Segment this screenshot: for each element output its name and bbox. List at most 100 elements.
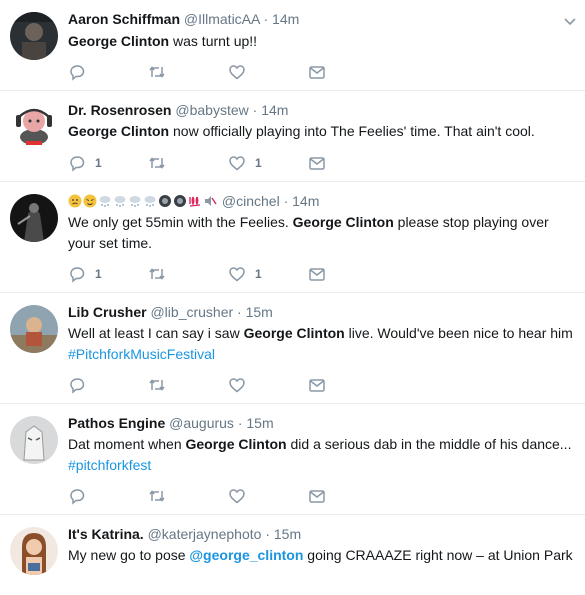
username[interactable]: @cinchel [222, 193, 280, 209]
avatar[interactable] [10, 101, 58, 149]
dm-button[interactable] [308, 62, 388, 82]
timestamp[interactable]: 15m [246, 304, 273, 320]
tweet-actions [68, 62, 388, 82]
heart-icon [229, 267, 245, 282]
like-button[interactable] [228, 375, 308, 395]
tweet[interactable]: Pathos Engine @augurus · 15m Dat moment … [0, 404, 585, 515]
fullname[interactable]: Lib Crusher [68, 304, 147, 320]
reply-button[interactable] [68, 62, 148, 82]
fullname[interactable]: Pathos Engine [68, 415, 165, 431]
timestamp[interactable]: 15m [274, 526, 301, 542]
like-button[interactable]: 1 [228, 264, 308, 284]
timestamp[interactable]: 14m [272, 11, 299, 27]
fullname[interactable]: Dr. Rosenrosen [68, 102, 171, 118]
dm-button[interactable] [308, 264, 388, 284]
text-segment: Well at least I can say i saw [68, 325, 244, 341]
tweet-text: George Clinton now officially playing in… [68, 121, 573, 142]
tweet[interactable]: Lib Crusher @lib_crusher · 15m Well at l… [0, 293, 585, 404]
username[interactable]: @IllmaticAA [184, 11, 260, 27]
text-segment: live. Would've been nice to hear him [344, 325, 573, 341]
reply-icon [70, 378, 85, 394]
hashtag-link[interactable]: #PitchforkMusicFestival [68, 346, 215, 362]
mention-link[interactable]: @george_clinton [189, 547, 303, 563]
avatar[interactable] [10, 12, 58, 60]
timestamp[interactable]: 14m [261, 102, 288, 118]
tired-face-icon [83, 194, 97, 208]
separator: · [237, 304, 242, 320]
avatar[interactable] [10, 527, 58, 575]
fullname[interactable]: Aaron Schiffman [68, 11, 180, 27]
like-count: 1 [255, 156, 262, 170]
chevron-down-icon[interactable] [563, 14, 577, 28]
separator: · [265, 526, 270, 542]
username[interactable]: @babystew [175, 102, 248, 118]
timestamp[interactable]: 15m [246, 415, 273, 431]
retweet-button[interactable] [148, 153, 228, 173]
username[interactable]: @lib_crusher [150, 304, 233, 320]
tweet[interactable]: Dr. Rosenrosen @babystew · 14m George Cl… [0, 91, 585, 182]
text-segment: My new go to pose [68, 547, 190, 563]
reply-button[interactable]: 1 [68, 264, 148, 284]
reply-button[interactable] [68, 375, 148, 395]
separator: · [263, 11, 269, 27]
avatar[interactable] [10, 416, 58, 464]
snow-cloud-icon [114, 196, 126, 207]
reply-icon [70, 156, 85, 172]
display-name-emojis[interactable] [68, 193, 222, 209]
avatar[interactable] [10, 194, 58, 242]
tweet-header: @cinchel · 14m [68, 191, 573, 211]
tweet-actions: 1 1 [68, 264, 388, 284]
like-button[interactable] [228, 62, 308, 82]
muted-speaker-icon [205, 196, 217, 206]
heart-icon [229, 378, 245, 393]
tweet[interactable]: Aaron Schiffman @IllmaticAA · 14m George… [0, 0, 585, 91]
like-count: 1 [255, 267, 262, 281]
tweet-actions [68, 486, 388, 506]
retweet-button[interactable] [148, 264, 228, 284]
retweet-icon [149, 268, 165, 280]
fullname[interactable]: It's Katrina. [68, 526, 144, 542]
envelope-icon [309, 490, 325, 503]
retweet-icon [149, 379, 165, 391]
reply-count: 1 [95, 156, 102, 170]
username[interactable]: @augurus [169, 415, 234, 431]
username[interactable]: @katerjaynephoto [148, 526, 262, 542]
snow-cloud-icon [129, 196, 141, 207]
tweet-actions [68, 375, 388, 395]
snow-cloud-icon [99, 196, 111, 207]
tweet-header: Pathos Engine @augurus · 15m [68, 413, 573, 433]
camera-icon [159, 195, 171, 207]
retweet-button[interactable] [148, 375, 228, 395]
highlight-keyword: George Clinton [243, 325, 345, 341]
reply-button[interactable] [68, 486, 148, 506]
retweet-button[interactable] [148, 62, 228, 82]
retweet-icon [149, 157, 165, 169]
retweet-button[interactable] [148, 486, 228, 506]
reply-icon [70, 65, 85, 81]
hashtag-link[interactable]: #pitchforkfest [68, 457, 151, 473]
reply-button[interactable]: 1 [68, 153, 148, 173]
like-button[interactable] [228, 486, 308, 506]
dm-button[interactable] [308, 153, 388, 173]
tweet[interactable]: It's Katrina. @katerjaynephoto · 15m My … [0, 515, 585, 595]
envelope-icon [309, 157, 325, 170]
dm-button[interactable] [308, 375, 388, 395]
sad-face-icon [68, 194, 82, 208]
avatar[interactable] [10, 305, 58, 353]
reply-icon [70, 489, 85, 505]
highlight-keyword: George Clinton [292, 214, 394, 230]
dm-button[interactable] [308, 486, 388, 506]
tweet-text: My new go to pose @george_clinton going … [68, 545, 573, 566]
tweet-text: Well at least I can say i saw George Cli… [68, 323, 573, 365]
tweet[interactable]: @cinchel · 14m We only get 55min with th… [0, 182, 585, 293]
text-segment: did a serious dab in the middle of his d… [286, 436, 572, 452]
like-button[interactable]: 1 [228, 153, 308, 173]
hundred-points-icon [189, 196, 201, 207]
tweet-header: Aaron Schiffman @IllmaticAA · 14m [68, 9, 573, 29]
text-segment: Dat moment when [68, 436, 186, 452]
tweet-header: Dr. Rosenrosen @babystew · 14m [68, 100, 573, 120]
tweet-text: Dat moment when George Clinton did a ser… [68, 434, 573, 476]
snow-cloud-icon [144, 196, 156, 207]
tweet-text: George Clinton was turnt up!! [68, 31, 573, 52]
timestamp[interactable]: 14m [292, 193, 319, 209]
